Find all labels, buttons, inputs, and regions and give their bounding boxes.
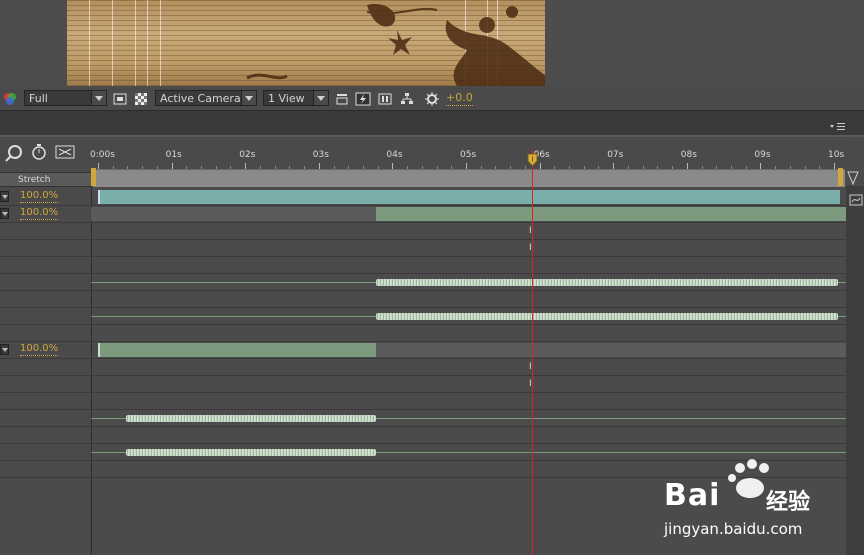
watermark-url: jingyan.baidu.com bbox=[664, 520, 803, 538]
twirl-down-icon[interactable] bbox=[0, 208, 9, 219]
layer-row-controls bbox=[0, 240, 91, 257]
camera-dropdown[interactable]: Active Camera bbox=[155, 90, 257, 106]
layer-row-controls bbox=[0, 427, 91, 444]
watermark-brand-cn: 经验 bbox=[766, 490, 811, 515]
search-icon[interactable] bbox=[4, 144, 24, 166]
ruler-label: 04s bbox=[386, 150, 403, 160]
timeline-track[interactable] bbox=[91, 291, 846, 308]
toggle-pixel-aspect-icon[interactable] bbox=[335, 91, 349, 105]
layer-row-controls: 100.0% bbox=[0, 342, 91, 359]
timeline-track[interactable] bbox=[91, 325, 846, 342]
audio-layer-inactive-bar bbox=[376, 343, 846, 357]
ruler-label: 05s bbox=[460, 150, 477, 160]
work-area-end-handle[interactable] bbox=[838, 168, 843, 186]
audio-waveform bbox=[126, 449, 376, 456]
layer-row-controls bbox=[0, 444, 91, 461]
chevron-down-icon bbox=[313, 91, 328, 105]
playhead-marker-icon[interactable] bbox=[527, 152, 538, 167]
layer-row-controls bbox=[0, 410, 91, 427]
fast-previews-icon[interactable] bbox=[355, 91, 371, 106]
ruler-label: 10s bbox=[828, 150, 845, 160]
layer-row-controls: 100.0% bbox=[0, 206, 91, 223]
ruler-label: 01s bbox=[165, 150, 182, 160]
timeline-track[interactable] bbox=[91, 342, 846, 359]
ruler-label: 09s bbox=[754, 150, 771, 160]
graph-editor-icon[interactable] bbox=[849, 192, 863, 211]
layer-row-controls bbox=[0, 461, 91, 478]
timeline-track[interactable] bbox=[91, 257, 846, 274]
layer-row-controls bbox=[0, 223, 91, 240]
baidu-jingyan-watermark: Bai 经验 jingyan.baidu.com bbox=[662, 458, 862, 548]
flowchart-icon[interactable] bbox=[400, 91, 414, 105]
timeline-track[interactable]: I bbox=[91, 223, 846, 240]
resolution-value: Full bbox=[29, 92, 48, 105]
layer-row-controls bbox=[0, 376, 91, 393]
current-time-indicator[interactable] bbox=[532, 150, 533, 555]
layer-row-controls bbox=[0, 393, 91, 410]
view-layout-dropdown[interactable]: 1 View bbox=[263, 90, 329, 106]
watermark-brand: Bai bbox=[664, 478, 721, 513]
layer-row-controls bbox=[0, 291, 91, 308]
color-channels-icon[interactable] bbox=[3, 91, 17, 105]
time-ruler[interactable]: 0:00s 01s 02s 03s 04s 05s 06s 07s 08s 09s 10s bbox=[90, 137, 849, 172]
layer-row-controls bbox=[0, 359, 91, 376]
timeline-track[interactable] bbox=[91, 206, 846, 223]
work-area-start-handle[interactable] bbox=[91, 168, 96, 186]
chevron-down-icon bbox=[91, 91, 106, 105]
transparency-grid-icon[interactable] bbox=[134, 91, 148, 105]
layer-row-controls bbox=[0, 325, 91, 342]
ruler-label: 02s bbox=[239, 150, 256, 160]
timeline-toggle-icon[interactable] bbox=[378, 91, 392, 105]
camera-value: Active Camera bbox=[160, 92, 241, 105]
panel-menu-icon[interactable] bbox=[830, 117, 846, 136]
audio-waveform bbox=[126, 415, 376, 422]
resolution-dropdown[interactable]: Full bbox=[24, 90, 107, 106]
region-of-interest-icon[interactable] bbox=[113, 91, 127, 105]
chevron-down-icon bbox=[241, 91, 256, 105]
composition-mini-flowchart-icon[interactable] bbox=[55, 144, 77, 164]
layer-row-controls bbox=[0, 257, 91, 274]
panel-separator bbox=[0, 111, 864, 137]
viewer-toolbar: Full Active Camera 1 View bbox=[0, 87, 864, 111]
twirl-down-icon[interactable] bbox=[0, 344, 9, 355]
view-layout-value: 1 View bbox=[268, 92, 305, 105]
layer-row-controls bbox=[0, 308, 91, 325]
ruler-label: 0:00s bbox=[90, 150, 115, 160]
timeline-track[interactable]: I bbox=[91, 376, 846, 393]
ruler-label: 08s bbox=[680, 150, 697, 160]
layer-row-controls bbox=[0, 274, 91, 291]
preview-frame-image bbox=[67, 0, 545, 86]
audio-waveform bbox=[376, 279, 838, 286]
timeline-track[interactable] bbox=[91, 410, 846, 427]
layer-row-controls: 100.0% bbox=[0, 189, 91, 206]
stretch-value[interactable]: 100.0% bbox=[20, 190, 59, 203]
timeline-track[interactable] bbox=[91, 427, 846, 444]
exposure-value[interactable]: +0.0 bbox=[446, 91, 473, 106]
audio-layer-inactive-bar bbox=[91, 207, 376, 221]
work-area-bar[interactable] bbox=[93, 169, 845, 187]
timeline-track[interactable]: I bbox=[91, 240, 846, 257]
audio-layer-bar[interactable] bbox=[376, 207, 846, 221]
ruler-label: 07s bbox=[607, 150, 624, 160]
stretch-value[interactable]: 100.0% bbox=[20, 343, 59, 356]
audio-layer-bar[interactable] bbox=[98, 343, 378, 357]
timeline-track[interactable] bbox=[91, 189, 846, 206]
floral-ornament-image bbox=[246, 4, 545, 86]
reset-exposure-icon[interactable] bbox=[424, 91, 439, 106]
audio-waveform bbox=[376, 313, 838, 320]
timeline-track[interactable]: I bbox=[91, 359, 846, 376]
timeline-track[interactable] bbox=[91, 308, 846, 325]
stretch-value[interactable]: 100.0% bbox=[20, 207, 59, 220]
video-layer-bar[interactable] bbox=[98, 190, 840, 204]
composition-preview bbox=[0, 0, 864, 87]
ruler-label: 03s bbox=[312, 150, 329, 160]
timeline-track[interactable] bbox=[91, 274, 846, 291]
twirl-down-icon[interactable] bbox=[0, 191, 9, 202]
timeline-track[interactable] bbox=[91, 393, 846, 410]
stopwatch-icon[interactable] bbox=[31, 143, 47, 165]
stretch-column-header: Stretch bbox=[0, 172, 91, 187]
